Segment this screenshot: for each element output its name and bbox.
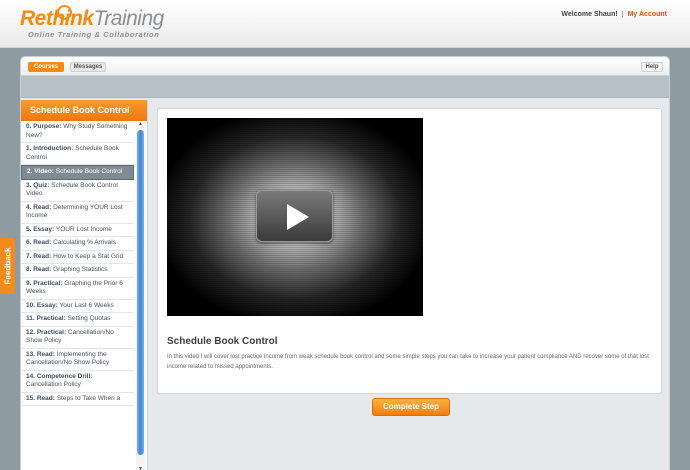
- feedback-tab[interactable]: Feedback: [0, 238, 15, 294]
- help-button[interactable]: Help: [641, 62, 663, 72]
- sidebar-scrollbar[interactable]: ▲ ▼: [136, 121, 145, 470]
- step-prefix: 3. Quiz:: [26, 181, 50, 189]
- header-separator: |: [621, 11, 624, 18]
- step-prefix: 14. Competence Drill:: [26, 372, 93, 380]
- step-prefix: 13. Read:: [26, 350, 55, 358]
- welcome-text: Welcome Shaun!: [561, 11, 618, 18]
- step-prefix: 10. Essay:: [26, 301, 58, 309]
- step-prefix: 6. Read:: [26, 239, 52, 246]
- step-item[interactable]: 10. Essay: Your Last 6 Weeks: [21, 300, 134, 313]
- tab-messages[interactable]: Messages: [70, 62, 106, 72]
- main-panel: Courses Messages Help Schedule Book Cont…: [20, 56, 670, 470]
- step-item[interactable]: 5. Essay: YOUR Lost Income: [21, 224, 134, 237]
- logo-ring-icon: [57, 5, 72, 20]
- step-item[interactable]: 9. Practical: Graphing the Prior 6 Weeks: [21, 278, 134, 300]
- step-content: Schedule Book Control In this video I wi…: [157, 108, 662, 394]
- step-label: Schedule Book Control: [55, 168, 123, 175]
- step-item[interactable]: 15. Read: Steps to Take When a: [21, 393, 134, 406]
- step-item[interactable]: 2. Video: Schedule Book Control: [21, 165, 134, 180]
- step-item[interactable]: 0. Purpose: Why Study Something New?: [21, 121, 134, 143]
- step-item[interactable]: 4. Read: Determining YOUR Lost Income: [21, 202, 134, 224]
- tab-courses[interactable]: Courses: [28, 62, 64, 72]
- content-description: In this video I will cover lost practice…: [167, 354, 649, 370]
- scroll-up-icon[interactable]: ▲: [137, 121, 144, 128]
- logo-tagline: Online Training & Collaboration: [28, 30, 160, 39]
- step-list: 0. Purpose: Why Study Something New? 1. I…: [21, 121, 134, 470]
- step-prefix: 11. Practical:: [26, 315, 66, 322]
- step-label: Graphing Statistics: [53, 266, 108, 273]
- step-prefix: 2. Video:: [27, 168, 54, 175]
- step-item[interactable]: 8. Read: Graphing Statistics: [21, 264, 134, 278]
- step-item[interactable]: 14. Competence Drill: Cancellation Polic…: [21, 371, 134, 393]
- feedback-label: Feedback: [3, 247, 12, 285]
- step-prefix: 7. Read:: [26, 252, 52, 260]
- toolbar-band: [21, 76, 669, 98]
- step-label: Steps to Take When a: [56, 394, 121, 402]
- step-prefix: 9. Practical:: [26, 279, 63, 287]
- step-label: Calculating % Arrivals: [53, 239, 116, 246]
- step-item[interactable]: 11. Practical: Setting Quotas: [21, 313, 134, 327]
- scrollbar-thumb[interactable]: [137, 130, 144, 455]
- step-prefix: 1. Introduction:: [26, 145, 74, 152]
- play-button[interactable]: [256, 190, 333, 242]
- tab-bar: Courses Messages Help: [21, 57, 669, 76]
- step-item[interactable]: 3. Quiz: Schedule Book Control Video: [21, 180, 134, 202]
- scroll-down-icon[interactable]: ▼: [137, 466, 144, 470]
- content-title: Schedule Book Control: [167, 336, 278, 347]
- step-label: How to Keep a Stat Grid: [53, 252, 124, 260]
- logo-training: Training: [93, 7, 165, 30]
- complete-step-button[interactable]: Complete Step: [372, 398, 450, 416]
- welcome-area: Welcome Shaun! | My Account: [561, 11, 667, 18]
- step-prefix: 8. Read:: [26, 266, 52, 273]
- step-item[interactable]: 13. Read: Implementing the Cancellation/…: [21, 349, 134, 371]
- my-account-link[interactable]: My Account: [628, 11, 667, 18]
- step-prefix: 0. Purpose:: [26, 123, 62, 130]
- step-prefix: 12. Practical:: [26, 328, 67, 336]
- step-prefix: 5. Essay:: [26, 225, 55, 233]
- step-item[interactable]: 1. Introduction: Schedule Book Control: [21, 143, 134, 165]
- rethink-training-logo[interactable]: RethinkTraining Online Training & Collab…: [20, 5, 164, 39]
- step-label: Setting Quotas: [67, 315, 111, 322]
- step-item[interactable]: 12. Practical: Cancellation/No Show Poli…: [21, 327, 134, 349]
- step-label: Your Last 6 Weeks: [59, 301, 114, 309]
- logo-wordmark: RethinkTraining: [20, 8, 164, 30]
- step-prefix: 4. Read:: [26, 203, 52, 211]
- step-label: YOUR Lost Income: [55, 225, 112, 233]
- step-label: Cancellation Policy: [26, 381, 81, 388]
- step-item[interactable]: 6. Read: Calculating % Arrivals: [21, 237, 134, 251]
- sidebar-title: Schedule Book Control: [21, 100, 147, 121]
- play-icon: [287, 204, 309, 230]
- video-player[interactable]: [167, 118, 423, 316]
- app-header: RethinkTraining Online Training & Collab…: [0, 0, 690, 48]
- course-sidebar: Schedule Book Control 0. Purpose: Why St…: [21, 100, 148, 470]
- step-item[interactable]: 7. Read: How to Keep a Stat Grid: [21, 251, 134, 264]
- step-prefix: 15. Read:: [26, 394, 55, 402]
